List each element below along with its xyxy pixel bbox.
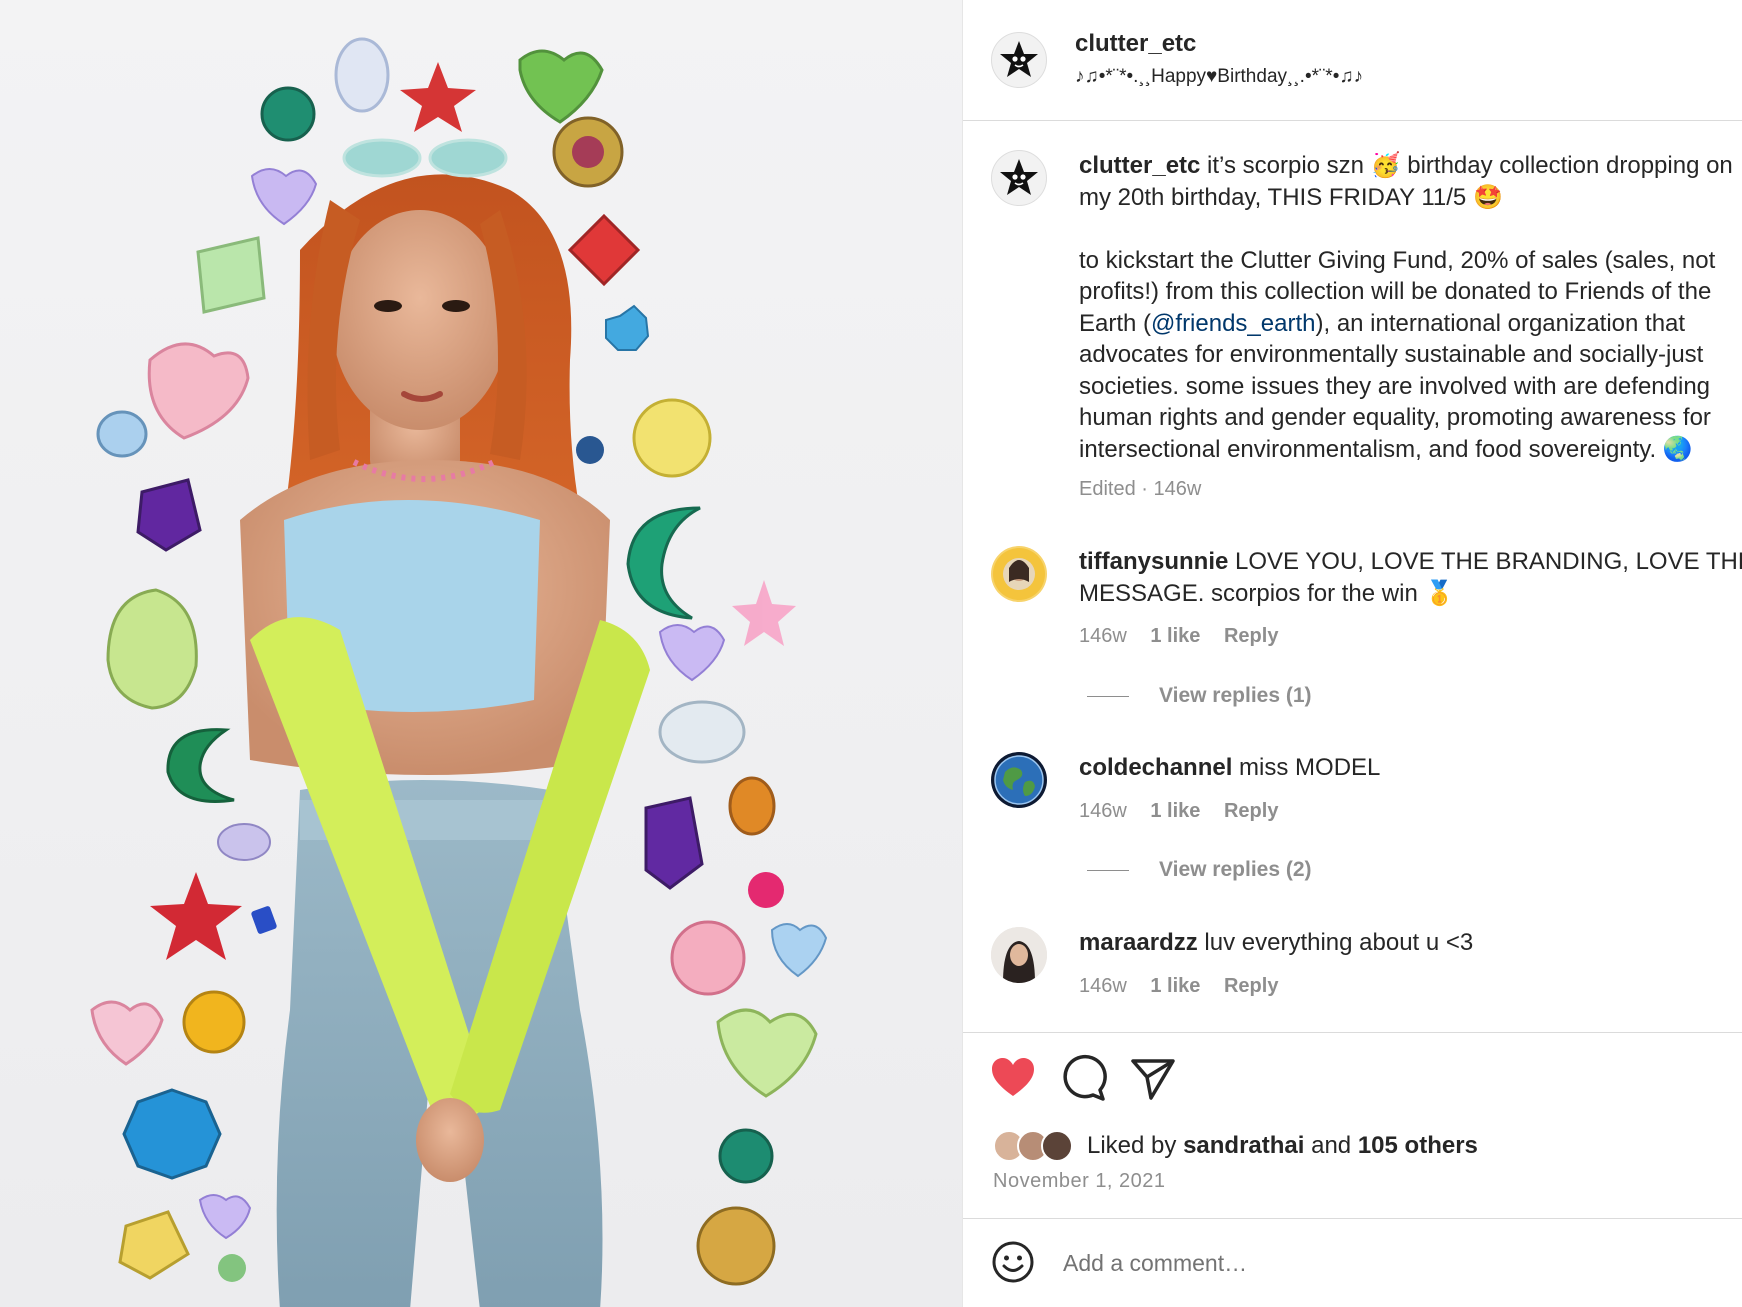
view-replies-button[interactable]: View replies (1) [1087,684,1312,708]
header-avatar[interactable] [991,32,1047,88]
post-caption: clutter_etc it’s scorpio szn 🥳 birthday … [1079,150,1742,465]
view-replies-label: View replies (1) [1159,684,1312,707]
mention-link[interactable]: @friends_earth [1151,310,1315,337]
person-avatar-icon [991,927,1047,983]
caption-text-line: to kickstart the Clutter Giving Fund, 20… [1079,246,1716,274]
header-divider [963,120,1742,121]
actions-divider [963,1032,1742,1033]
comment: tiffanysunnie LOVE YOU, LOVE THE BRANDIN… [1079,546,1742,609]
replies-line [1087,695,1129,697]
commenter-avatar[interactable] [991,546,1047,602]
replies-line [1087,869,1129,871]
earth-avatar-icon [994,755,1044,805]
post-date: November 1, 2021 [993,1170,1166,1192]
commenter-avatar[interactable] [991,752,1047,808]
post-details-panel: clutter_etc ♪♫•*¨*•.¸¸Happy♥Birthday¸¸.•… [962,0,1742,1307]
reply-button[interactable]: Reply [1224,800,1278,822]
caption-text-line: my 20th birthday, THIS FRIDAY 11/5 🤩 [1079,183,1503,211]
speech-bubble-icon[interactable] [1059,1054,1107,1102]
caption-text-line: profits!) from this collection will be d… [1079,278,1712,305]
liker-avatar [1041,1130,1073,1162]
comment-time: 146w [1079,975,1127,997]
comment-username[interactable]: coldechannel [1079,754,1232,781]
caption-text-line: societies. some issues they are involved… [1079,372,1711,400]
likes-summary[interactable]: Liked by sandrathai and 105 others [993,1128,1478,1164]
comment-meta: 146w 1 like Reply [1079,625,1296,648]
comment-meta: 146w 1 like Reply [1079,975,1296,998]
view-replies-label: View replies (2) [1159,858,1312,881]
header-username[interactable]: clutter_etc [1075,30,1196,58]
comment-text: MESSAGE. scorpios for the win 🥇 [1079,579,1455,607]
caption-username[interactable]: clutter_etc [1079,152,1200,179]
comment-time: 146w [1079,800,1127,822]
add-comment-input[interactable]: Add a comment… [1063,1250,1247,1277]
comment-likes[interactable]: 1 like [1150,975,1200,997]
header-subtitle[interactable]: ♪♫•*¨*•.¸¸Happy♥Birthday¸¸.•*¨*•♫♪ [1075,66,1363,88]
post-photo-illustration [90,37,828,1307]
comment-text: LOVE YOU, LOVE THE BRANDING, LOVE THE [1228,548,1742,575]
reply-button[interactable]: Reply [1224,975,1278,997]
comment: maraardzz luv everything about u <3 [1079,927,1742,959]
comment-text: luv everything about u <3 [1197,929,1474,956]
commenter-avatar[interactable] [991,927,1047,983]
caption-text-line: intersectional environmentalism, and foo… [1079,435,1693,463]
reply-button[interactable]: Reply [1224,625,1278,647]
comment-likes[interactable]: 1 like [1150,800,1200,822]
likes-count[interactable]: 105 others [1358,1132,1478,1159]
caption-text-line: advocates for environmentally sustainabl… [1079,341,1704,368]
caption-text-line: human rights and gender equality, promot… [1079,404,1711,431]
paper-plane-icon[interactable] [1129,1054,1177,1102]
comment-time: 146w [1079,625,1127,647]
liker-username[interactable]: sandrathai [1183,1132,1304,1159]
comment: coldechannel miss MODEL [1079,752,1742,784]
comment-text: miss MODEL [1232,754,1381,781]
view-replies-button[interactable]: View replies (2) [1087,858,1312,882]
star-face-logo-icon [1000,159,1038,195]
model-figure [240,138,650,1307]
caption-edited-time: Edited · 146w [1079,478,1202,500]
caption-text-line: it’s scorpio szn 🥳 birthday collection d… [1200,152,1733,179]
star-face-logo-icon [1000,41,1038,77]
comment-username[interactable]: maraardzz [1079,929,1198,956]
caption-text-line: ), an international organization that [1315,309,1686,337]
caption-text-line: Earth ( [1079,309,1152,337]
sunflower-avatar-icon [993,548,1045,600]
comment-box-divider [963,1218,1742,1219]
comment-meta: 146w 1 like Reply [1079,800,1296,823]
likes-text: Liked by sandrathai and 105 others [1087,1132,1478,1159]
comment-username[interactable]: tiffanysunnie [1079,548,1228,575]
post-photo[interactable] [0,0,962,1307]
comment-likes[interactable]: 1 like [1150,625,1200,647]
heart-filled-icon[interactable] [989,1054,1037,1102]
smiley-icon[interactable] [991,1240,1035,1284]
caption-avatar[interactable] [991,150,1047,206]
